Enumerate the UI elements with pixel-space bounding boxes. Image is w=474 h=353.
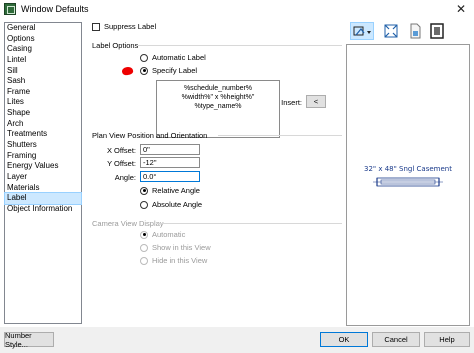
label-text-line-1: %schedule_number%: [183, 85, 253, 92]
plan-view-title: Plan View Position and Orientation: [92, 131, 208, 140]
document-button[interactable]: [406, 22, 424, 40]
camera-hide-radio[interactable]: [140, 256, 148, 265]
insert-label: Insert:: [281, 98, 302, 107]
specify-label-row[interactable]: Specify Label: [140, 66, 197, 75]
label-options-title: Label Options: [92, 41, 139, 50]
sidebar-item-shutters[interactable]: Shutters: [5, 140, 81, 151]
angle-input[interactable]: 0.0°: [140, 171, 200, 182]
window-elevation-button[interactable]: [428, 22, 446, 40]
sidebar-item-lites[interactable]: Lites: [5, 97, 81, 108]
category-list: General Options Casing Lintel Sill Sash Frame L…: [4, 22, 82, 324]
sidebar-item-general[interactable]: General: [5, 23, 81, 34]
ok-button[interactable]: OK: [320, 332, 368, 347]
absolute-angle-row[interactable]: Absolute Angle: [140, 200, 202, 209]
sidebar-item-arch[interactable]: Arch: [5, 119, 81, 130]
sidebar-item-sill[interactable]: Sill: [5, 66, 81, 77]
sidebar-item-lintel[interactable]: Lintel: [5, 55, 81, 66]
specify-label-text: Specify Label: [152, 66, 198, 75]
sidebar-item-energy-values[interactable]: Energy Values: [5, 161, 81, 172]
absolute-angle-text: Absolute Angle: [152, 200, 203, 209]
x-offset-input[interactable]: 0": [140, 144, 200, 155]
suppress-label-text: Suppress Label: [104, 22, 157, 31]
camera-show-radio[interactable]: [140, 243, 148, 252]
relative-angle-text: Relative Angle: [152, 186, 200, 195]
automatic-label-text: Automatic Label: [152, 53, 206, 62]
relative-angle-radio[interactable]: [140, 186, 148, 195]
cancel-button[interactable]: Cancel: [372, 332, 420, 347]
angle-label: Angle:: [114, 173, 136, 182]
absolute-angle-radio[interactable]: [140, 200, 148, 209]
automatic-label-radio[interactable]: [140, 53, 148, 62]
fit-view-icon: [384, 24, 398, 38]
camera-hide-text: Hide in this View: [152, 256, 208, 265]
camera-show-row[interactable]: Show in this View: [140, 243, 211, 252]
fit-view-button[interactable]: [382, 22, 400, 40]
camera-automatic-row[interactable]: Automatic: [140, 230, 185, 239]
camera-hide-row[interactable]: Hide in this View: [140, 256, 207, 265]
sidebar-item-label[interactable]: Label: [4, 192, 82, 205]
specify-label-radio[interactable]: [140, 66, 148, 75]
label-text-line-2: %width%" x %height%" %type_name%: [181, 94, 255, 110]
relative-angle-row[interactable]: Relative Angle: [140, 186, 200, 195]
divider: [138, 45, 342, 46]
camera-automatic-radio[interactable]: [140, 230, 148, 239]
suppress-label-checkbox[interactable]: [92, 22, 100, 31]
sidebar-item-shape[interactable]: Shape: [5, 108, 81, 119]
help-button[interactable]: Help: [424, 332, 470, 347]
document-icon: [410, 23, 421, 39]
sidebar-item-object-information[interactable]: Object Information: [5, 204, 81, 215]
camera-automatic-text: Automatic: [152, 230, 186, 239]
view-select-button[interactable]: [350, 22, 374, 40]
window-title: Window Defaults: [21, 4, 89, 14]
y-offset-input[interactable]: -12": [140, 157, 200, 168]
view-select-icon: [353, 26, 371, 36]
title-bar: Window Defaults ✕: [0, 0, 474, 18]
sidebar-item-materials[interactable]: Materials: [5, 183, 81, 194]
automatic-label-row[interactable]: Automatic Label: [140, 53, 206, 62]
close-button[interactable]: ✕: [456, 2, 466, 16]
number-style-button[interactable]: Number Style...: [4, 331, 54, 349]
sidebar-item-options[interactable]: Options: [5, 34, 81, 45]
sidebar-item-treatments[interactable]: Treatments: [5, 129, 81, 140]
sidebar-item-sash[interactable]: Sash: [5, 76, 81, 87]
sidebar-item-layer[interactable]: Layer: [5, 172, 81, 183]
window-elevation-icon: [430, 23, 444, 39]
camera-show-text: Show in this View: [152, 243, 211, 252]
window-plan-preview: 32" x 48" Sngl Casement: [364, 165, 452, 187]
divider: [158, 223, 342, 224]
y-offset-label: Y Offset:: [107, 159, 136, 168]
sidebar-item-casing[interactable]: Casing: [5, 44, 81, 55]
preview-pane: 32" x 48" Sngl Casement: [346, 44, 470, 326]
camera-view-title: Camera View Display: [92, 219, 164, 228]
insert-button[interactable]: <: [306, 95, 326, 108]
sidebar-item-framing[interactable]: Framing: [5, 151, 81, 162]
x-offset-label: X Offset:: [106, 146, 136, 155]
label-settings-panel: Suppress Label Label Options Automatic L…: [86, 18, 342, 330]
divider: [218, 135, 342, 136]
suppress-label-row[interactable]: Suppress Label: [92, 22, 156, 31]
sidebar-item-frame[interactable]: Frame: [5, 87, 81, 98]
preview-label: 32" x 48" Sngl Casement: [364, 165, 452, 173]
label-text-area[interactable]: %schedule_number% %width%" x %height%" %…: [156, 80, 280, 138]
app-icon: [4, 3, 16, 15]
